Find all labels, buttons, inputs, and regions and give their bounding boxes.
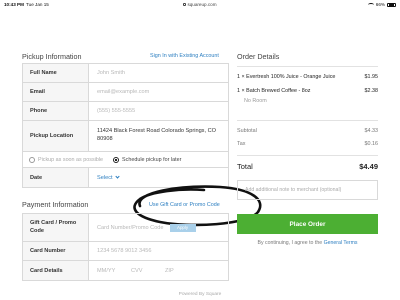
pickup-time-options: Pickup as soon as possible Schedule pick…	[23, 152, 228, 168]
order-divider-top	[237, 66, 378, 67]
pickup-asap-option[interactable]: Pickup as soon as possible	[29, 156, 104, 163]
order-item-name: 1 × Batch Brewed Coffee - 8oz	[237, 88, 311, 94]
email-row: Email email@example.com	[23, 83, 228, 102]
date-label: Date	[23, 168, 89, 187]
pickup-asap-label: Pickup as soon as possible	[38, 156, 104, 163]
wifi-icon	[367, 2, 374, 7]
powered-by-footer: Powered By Square	[178, 292, 222, 297]
zip-input[interactable]: ZIP	[165, 268, 199, 274]
order-item-name: 1 × Evertresh 100% Juice - Orange Juice	[237, 74, 336, 80]
email-input[interactable]: email@example.com	[89, 83, 228, 101]
card-number-label: Card Number	[23, 242, 89, 260]
gift-card-field: Card Number/Promo Code Apply	[89, 214, 228, 241]
full-name-label: Full Name	[23, 64, 89, 82]
subtotal-value: $4.33	[364, 128, 379, 134]
address-bar[interactable]: squareup.com	[0, 2, 400, 7]
card-number-input[interactable]: 1234 5678 9012 3456	[89, 242, 228, 260]
tax-value: $0.16	[364, 141, 379, 147]
total-label: Total	[237, 162, 253, 171]
terms-text: By continuing, I agree to the General Te…	[237, 240, 378, 246]
radio-icon	[29, 156, 35, 163]
tax-label: Tax	[237, 141, 246, 147]
pickup-schedule-label: Schedule pickup for later	[122, 156, 182, 163]
order-title: Order Details	[237, 52, 280, 61]
expiry-input[interactable]: MM/YY	[97, 268, 131, 274]
order-item-note: No Room	[244, 98, 267, 104]
chevron-down-icon	[114, 174, 120, 179]
card-number-row: Card Number 1234 5678 9012 3456	[23, 242, 228, 261]
phone-label: Phone	[23, 102, 89, 120]
apply-button[interactable]: Apply	[169, 223, 196, 232]
url-text: squareup.com	[187, 2, 217, 7]
payment-title: Payment Information	[22, 200, 89, 209]
order-item: 1 × Evertresh 100% Juice - Orange Juice …	[237, 74, 378, 80]
pickup-title: Pickup Information	[22, 52, 82, 61]
total-value: $4.49	[359, 162, 378, 171]
total-row: Total $4.49	[237, 162, 378, 171]
radio-selected-icon	[113, 156, 120, 163]
pickup-location-value: 11424 Black Forest Road Colorado Springs…	[97, 128, 216, 142]
full-name-input[interactable]: John Smith	[89, 64, 228, 82]
subtotal-label: Subtotal	[237, 128, 257, 134]
status-bar: 10:43 PM Tue Jan 15 squareup.com 66%	[0, 0, 400, 9]
order-item: 1 × Batch Brewed Coffee - 8oz $2.38 No R…	[237, 88, 378, 104]
tax-row: Tax $0.16	[237, 141, 378, 147]
battery-icon	[387, 2, 396, 7]
order-item-price: $2.38	[364, 88, 379, 94]
card-details-fields: MM/YY CVV ZIP	[89, 261, 228, 280]
cvv-input[interactable]: CVV	[131, 268, 165, 274]
payment-form: Gift Card / Promo Code Card Number/Promo…	[22, 213, 229, 281]
full-name-row: Full Name John Smith	[23, 64, 228, 83]
gift-card-input[interactable]: Card Number/Promo Code	[97, 225, 164, 231]
subtotal-row: Subtotal $4.33	[237, 128, 378, 134]
pickup-schedule-option[interactable]: Schedule pickup for later	[113, 156, 182, 163]
pickup-location-label: Pickup Location	[23, 121, 89, 151]
phone-input[interactable]: (555) 555-5555	[89, 102, 228, 120]
card-details-row: Card Details MM/YY CVV ZIP	[23, 261, 228, 280]
merchant-note-input[interactable]: Add additional note to merchant (optiona…	[237, 180, 378, 200]
email-label: Email	[23, 83, 89, 101]
battery-percent: 66%	[375, 2, 385, 7]
order-divider-mid	[237, 120, 378, 121]
order-divider-total	[237, 155, 378, 156]
phone-row: Phone (555) 555-5555	[23, 102, 228, 121]
order-item-price: $1.95	[364, 74, 379, 80]
pickup-form: Full Name John Smith Email email@example…	[22, 63, 229, 188]
place-order-button[interactable]: Place Order	[237, 214, 378, 234]
card-details-label: Card Details	[23, 261, 89, 280]
status-right: 66%	[367, 2, 396, 7]
date-select-label: Select	[97, 174, 113, 181]
gift-card-label: Gift Card / Promo Code	[23, 214, 89, 241]
signin-link[interactable]: Sign In with Existing Account	[150, 53, 219, 59]
terms-prefix: By continuing, I agree to the	[257, 240, 323, 246]
general-terms-link[interactable]: General Terms	[324, 240, 358, 246]
pickup-location-row: Pickup Location 11424 Black Forest Road …	[23, 121, 228, 152]
gift-card-row: Gift Card / Promo Code Card Number/Promo…	[23, 214, 228, 242]
lock-icon	[183, 3, 187, 6]
